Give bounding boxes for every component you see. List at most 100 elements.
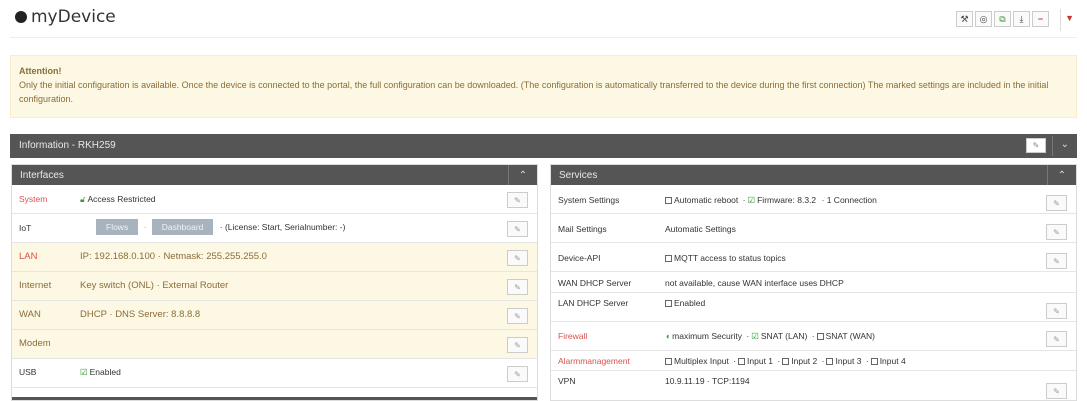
information-bar: Information - RKH259 ✎ ⌄ <box>10 134 1077 158</box>
input2-text: Input 2 <box>791 356 818 366</box>
checkbox-unchecked-icon <box>816 333 824 340</box>
service-row-system-settings: System Settings Automatic reboot · ☑ Firmw… <box>551 185 1076 214</box>
edit-icon[interactable]: ✎ <box>507 221 528 237</box>
binoculars-icon[interactable]: ◎ <box>975 11 992 27</box>
wan-label: WAN <box>19 309 41 320</box>
services-title: Services <box>559 170 598 181</box>
edit-icon[interactable]: ✎ <box>1046 383 1067 399</box>
services-header: Services ⌃ <box>551 165 1076 185</box>
flows-button[interactable]: Flows <box>96 219 139 235</box>
alarm-value: Multiplex Input · Input 1 · Input 2 · Input… <box>665 356 906 366</box>
system-settings-value: Automatic reboot · ☑ Firmware: 8.3.2 · 1 C… <box>665 195 877 206</box>
edit-icon[interactable]: ✎ <box>507 366 528 382</box>
checkbox-unchecked-icon <box>782 358 790 365</box>
interfaces-panel: Interfaces ⌃ System 🔓︎ Access Restricted … <box>11 164 538 401</box>
vpn-value: 10.9.11.19 · TCP:1194 <box>665 376 750 386</box>
usb-label: USB <box>19 367 37 377</box>
interface-row-iot: IoT Flows · Dashboard · (License: Start,… <box>12 214 537 243</box>
chevron-up-icon[interactable]: ⌃ <box>1047 165 1076 185</box>
edit-icon[interactable]: ✎ <box>507 279 528 295</box>
service-row-lan-dhcp: LAN DHCP Server Enabled ✎ <box>551 293 1076 322</box>
input4-text: Input 4 <box>879 356 906 366</box>
system-label[interactable]: System <box>19 194 47 204</box>
caret-down-icon[interactable]: ▼ <box>1065 13 1074 23</box>
dot-separator: · <box>733 356 737 366</box>
device-api-label: Device-API <box>558 253 601 263</box>
edit-icon[interactable]: ✎ <box>507 337 528 353</box>
edit-icon[interactable]: ✎ <box>1046 253 1067 269</box>
firewall-label[interactable]: Firewall <box>558 331 587 341</box>
information-title: Information - RKH259 <box>19 140 116 151</box>
wan-value: DHCP · DNS Server: 8.8.8.8 <box>80 309 201 320</box>
dot-separator: · <box>811 331 815 341</box>
input1-text: Input 1 <box>747 356 774 366</box>
interfaces-header: Interfaces ⌃ <box>12 165 537 185</box>
dashboard-button[interactable]: Dashboard <box>151 219 214 235</box>
firewall-value: ◖ maximum Security · ☑ SNAT (LAN) · SNAT (WA… <box>665 331 875 342</box>
edit-icon[interactable]: ✎ <box>1046 195 1067 211</box>
device-status-icon <box>15 11 27 23</box>
device-name: myDevice <box>31 7 116 27</box>
iot-value: Flows · Dashboard · (License: Start, Ser… <box>96 219 345 235</box>
internet-label: Internet <box>19 280 52 291</box>
wrench-icon[interactable]: ⚒ <box>956 11 973 27</box>
lan-label[interactable]: LAN <box>19 251 37 262</box>
alarm-label[interactable]: Alarmmanagement <box>558 356 630 366</box>
wan-dhcp-label: WAN DHCP Server <box>558 278 632 288</box>
checkbox-unchecked-icon <box>665 197 672 204</box>
iot-label: IoT <box>19 223 32 233</box>
usb-value: ☑ Enabled <box>80 367 121 378</box>
checkbox-unchecked-icon <box>738 358 746 365</box>
snat-lan-text: SNAT (LAN) <box>760 331 808 341</box>
edit-icon[interactable]: ✎ <box>507 308 528 324</box>
lock-open-icon: 🔓︎ <box>80 194 86 204</box>
iot-license: · (License: Start, Serialnumber: -) <box>219 222 346 232</box>
edit-icon[interactable]: ✎ <box>1046 331 1067 347</box>
mail-value: Automatic Settings <box>665 224 736 234</box>
lan-value: IP: 192.168.0.100 · Netmask: 255.255.255… <box>80 251 267 262</box>
multiplex-text: Multiplex Input <box>674 356 729 366</box>
edit-icon[interactable]: ✎ <box>1026 138 1046 153</box>
info-divider <box>1052 136 1053 156</box>
chevron-up-icon[interactable]: ⌃ <box>508 165 537 185</box>
alert-text: Only the initial configuration is availa… <box>19 80 1049 104</box>
checkbox-unchecked-icon <box>870 358 878 365</box>
service-row-device-api: Device-API MQTT access to status topics … <box>551 243 1076 272</box>
lan-dhcp-value: Enabled <box>665 298 705 308</box>
dot-separator: · <box>742 195 746 205</box>
wan-dhcp-value: not available, cause WAN interface uses … <box>665 278 844 288</box>
usb-value-text: Enabled <box>89 367 121 377</box>
shield-icon: ◖ <box>665 331 671 341</box>
interface-row-usb: USB ☑ Enabled ✎ <box>12 359 537 388</box>
iot-separator: · <box>143 222 147 232</box>
edit-icon[interactable]: ✎ <box>507 192 528 208</box>
system-settings-label: System Settings <box>558 195 620 205</box>
system-value-text: Access Restricted <box>87 194 156 204</box>
dot-separator: · <box>865 356 869 366</box>
system-value: 🔓︎ Access Restricted <box>80 194 156 205</box>
download-icon[interactable]: ⤓ <box>1013 11 1030 27</box>
checkbox-unchecked-icon <box>826 358 834 365</box>
chevron-down-icon[interactable]: ⌄ <box>1061 139 1069 150</box>
mail-label: Mail Settings <box>558 224 607 234</box>
interface-row-internet: Internet Key switch (ONL) · External Rou… <box>12 272 537 301</box>
service-row-mail: Mail Settings Automatic Settings ✎ <box>551 214 1076 243</box>
service-row-vpn: VPN 10.9.11.19 · TCP:1194 ✎ <box>551 371 1076 401</box>
dot-separator: · <box>746 331 750 341</box>
dot-separator: · <box>777 356 781 366</box>
copy-icon[interactable]: ⧉ <box>994 11 1011 27</box>
checkbox-checked-icon: ☑ <box>80 367 88 377</box>
panel-footer-bar <box>12 397 537 400</box>
interface-row-wan: WAN DHCP · DNS Server: 8.8.8.8 ✎ <box>12 301 537 330</box>
interfaces-title: Interfaces <box>20 170 64 181</box>
interface-row-system: System 🔓︎ Access Restricted ✎ <box>12 185 537 214</box>
edit-icon[interactable]: ✎ <box>1046 224 1067 240</box>
service-row-alarm: Alarmmanagement Multiplex Input · Input 1… <box>551 351 1076 371</box>
vpn-label: VPN <box>558 376 576 386</box>
interface-row-modem: Modem ✎ <box>12 330 537 359</box>
edit-icon[interactable]: ✎ <box>507 250 528 266</box>
minus-icon[interactable]: − <box>1032 11 1049 27</box>
reboot-text: Automatic reboot <box>674 195 739 205</box>
edit-icon[interactable]: ✎ <box>1046 303 1067 319</box>
checkbox-unchecked-icon <box>665 255 672 262</box>
